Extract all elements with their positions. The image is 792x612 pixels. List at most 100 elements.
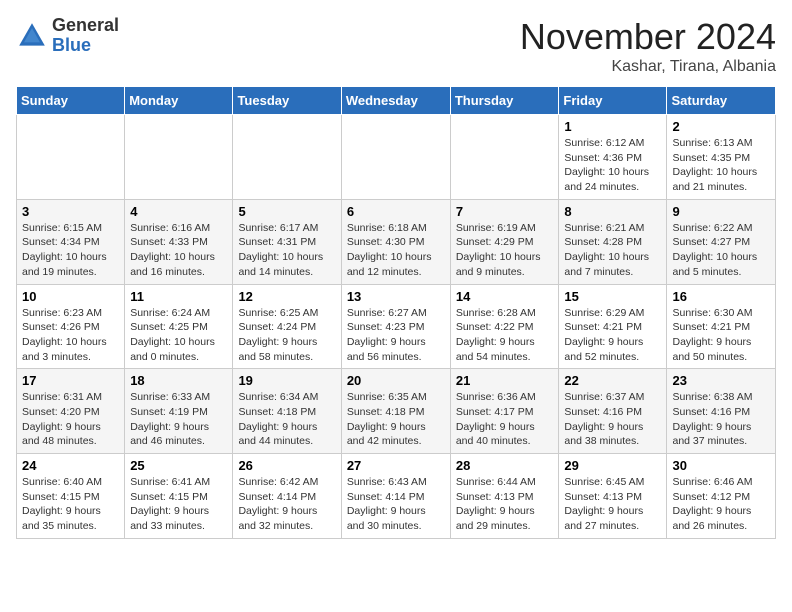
day-number: 24 [22,458,119,473]
calendar-cell: 23 Sunrise: 6:38 AM Sunset: 4:16 PM Dayli… [667,369,776,454]
day-info: Sunrise: 6:12 AM Sunset: 4:36 PM Dayligh… [564,136,661,195]
day-info: Sunrise: 6:21 AM Sunset: 4:28 PM Dayligh… [564,221,661,280]
day-info: Sunrise: 6:28 AM Sunset: 4:22 PM Dayligh… [456,306,554,365]
day-number: 15 [564,289,661,304]
logo-general: General [52,16,119,36]
calendar-header: SundayMondayTuesdayWednesdayThursdayFrid… [17,87,776,115]
calendar-cell: 12Sunrise: 6:25 AM Sunset: 4:24 PM Dayli… [233,284,341,369]
calendar-cell [341,115,450,200]
day-info: Sunrise: 6:35 AM Sunset: 4:18 PM Dayligh… [347,390,445,449]
day-number: 4 [130,204,227,219]
weekday-header-friday: Friday [559,87,667,115]
day-info: Sunrise: 6:40 AM Sunset: 4:15 PM Dayligh… [22,475,119,534]
day-info: Sunrise: 6:34 AM Sunset: 4:18 PM Dayligh… [238,390,335,449]
calendar-cell: 11 Sunrise: 6:24 AM Sunset: 4:25 PM Dayli… [125,284,233,369]
day-info: Sunrise: 6:36 AM Sunset: 4:17 PM Dayligh… [456,390,554,449]
day-info: Sunrise: 6:38 AM Sunset: 4:16 PM Dayligh… [672,390,770,449]
day-number: 6 [347,204,445,219]
calendar-cell: 3 Sunrise: 6:15 AM Sunset: 4:34 PM Daylig… [17,199,125,284]
calendar-week-row: 24 Sunrise: 6:40 AM Sunset: 4:15 PM Dayli… [17,454,776,539]
calendar-cell: 26 Sunrise: 6:42 AM Sunset: 4:14 PM Dayli… [233,454,341,539]
day-info: Sunrise: 6:18 AM Sunset: 4:30 PM Dayligh… [347,221,445,280]
calendar-cell: 9 Sunrise: 6:22 AM Sunset: 4:27 PM Daylig… [667,199,776,284]
day-info: Sunrise: 6:33 AM Sunset: 4:19 PM Dayligh… [130,390,227,449]
day-info: Sunrise: 6:23 AM Sunset: 4:26 PM Dayligh… [22,306,119,365]
logo: General Blue [16,16,119,56]
calendar-cell: 13Sunrise: 6:27 AM Sunset: 4:23 PM Dayli… [341,284,450,369]
weekday-header-monday: Monday [125,87,233,115]
calendar-cell: 2 Sunrise: 6:13 AM Sunset: 4:35 PM Daylig… [667,115,776,200]
calendar-week-row: 1 Sunrise: 6:12 AM Sunset: 4:36 PM Daylig… [17,115,776,200]
day-number: 23 [672,373,770,388]
day-number: 2 [672,119,770,134]
day-info: Sunrise: 6:29 AM Sunset: 4:21 PM Dayligh… [564,306,661,365]
day-number: 3 [22,204,119,219]
day-number: 25 [130,458,227,473]
day-info: Sunrise: 6:42 AM Sunset: 4:14 PM Dayligh… [238,475,335,534]
day-number: 11 [130,289,227,304]
calendar-cell [450,115,559,200]
calendar-cell: 10 Sunrise: 6:23 AM Sunset: 4:26 PM Dayli… [17,284,125,369]
calendar-week-row: 17 Sunrise: 6:31 AM Sunset: 4:20 PM Dayli… [17,369,776,454]
calendar-cell: 27 Sunrise: 6:43 AM Sunset: 4:14 PM Dayli… [341,454,450,539]
calendar-cell: 18 Sunrise: 6:33 AM Sunset: 4:19 PM Dayli… [125,369,233,454]
day-number: 1 [564,119,661,134]
calendar-cell: 19 Sunrise: 6:34 AM Sunset: 4:18 PM Dayli… [233,369,341,454]
page-header: General Blue November 2024 Kashar, Tiran… [16,16,776,76]
day-number: 26 [238,458,335,473]
day-info: Sunrise: 6:13 AM Sunset: 4:35 PM Dayligh… [672,136,770,195]
day-number: 7 [456,204,554,219]
day-info: Sunrise: 6:24 AM Sunset: 4:25 PM Dayligh… [130,306,227,365]
weekday-header-saturday: Saturday [667,87,776,115]
calendar-cell: 14 Sunrise: 6:28 AM Sunset: 4:22 PM Dayli… [450,284,559,369]
day-info: Sunrise: 6:15 AM Sunset: 4:34 PM Dayligh… [22,221,119,280]
calendar-cell: 22Sunrise: 6:37 AM Sunset: 4:16 PM Dayli… [559,369,667,454]
day-number: 14 [456,289,554,304]
day-number: 20 [347,373,445,388]
day-info: Sunrise: 6:30 AM Sunset: 4:21 PM Dayligh… [672,306,770,365]
weekday-header-sunday: Sunday [17,87,125,115]
day-number: 9 [672,204,770,219]
day-number: 10 [22,289,119,304]
day-info: Sunrise: 6:43 AM Sunset: 4:14 PM Dayligh… [347,475,445,534]
day-number: 18 [130,373,227,388]
weekday-header-row: SundayMondayTuesdayWednesdayThursdayFrid… [17,87,776,115]
calendar-week-row: 10 Sunrise: 6:23 AM Sunset: 4:26 PM Dayli… [17,284,776,369]
day-info: Sunrise: 6:41 AM Sunset: 4:15 PM Dayligh… [130,475,227,534]
day-info: Sunrise: 6:37 AM Sunset: 4:16 PM Dayligh… [564,390,661,449]
calendar-cell: 17 Sunrise: 6:31 AM Sunset: 4:20 PM Dayli… [17,369,125,454]
weekday-header-wednesday: Wednesday [341,87,450,115]
calendar-cell: 21Sunrise: 6:36 AM Sunset: 4:17 PM Dayli… [450,369,559,454]
calendar-cell: 4 Sunrise: 6:16 AM Sunset: 4:33 PM Daylig… [125,199,233,284]
day-info: Sunrise: 6:25 AM Sunset: 4:24 PM Dayligh… [238,306,335,365]
day-number: 28 [456,458,554,473]
title-block: November 2024 Kashar, Tirana, Albania [520,16,776,76]
day-number: 19 [238,373,335,388]
location: Kashar, Tirana, Albania [520,58,776,76]
weekday-header-thursday: Thursday [450,87,559,115]
calendar-body: 1 Sunrise: 6:12 AM Sunset: 4:36 PM Daylig… [17,115,776,539]
calendar-cell: 15 Sunrise: 6:29 AM Sunset: 4:21 PM Dayli… [559,284,667,369]
logo-icon [16,20,48,52]
day-info: Sunrise: 6:17 AM Sunset: 4:31 PM Dayligh… [238,221,335,280]
calendar-cell: 16Sunrise: 6:30 AM Sunset: 4:21 PM Dayli… [667,284,776,369]
day-info: Sunrise: 6:44 AM Sunset: 4:13 PM Dayligh… [456,475,554,534]
day-number: 13 [347,289,445,304]
weekday-header-tuesday: Tuesday [233,87,341,115]
day-info: Sunrise: 6:19 AM Sunset: 4:29 PM Dayligh… [456,221,554,280]
day-number: 17 [22,373,119,388]
day-number: 27 [347,458,445,473]
day-info: Sunrise: 6:45 AM Sunset: 4:13 PM Dayligh… [564,475,661,534]
calendar-cell: 28 Sunrise: 6:44 AM Sunset: 4:13 PM Dayli… [450,454,559,539]
calendar-table: SundayMondayTuesdayWednesdayThursdayFrid… [16,86,776,539]
day-info: Sunrise: 6:16 AM Sunset: 4:33 PM Dayligh… [130,221,227,280]
day-info: Sunrise: 6:22 AM Sunset: 4:27 PM Dayligh… [672,221,770,280]
calendar-cell: 25 Sunrise: 6:41 AM Sunset: 4:15 PM Dayli… [125,454,233,539]
calendar-cell: 30Sunrise: 6:46 AM Sunset: 4:12 PM Dayli… [667,454,776,539]
calendar-cell [17,115,125,200]
calendar-cell: 24 Sunrise: 6:40 AM Sunset: 4:15 PM Dayli… [17,454,125,539]
day-number: 29 [564,458,661,473]
calendar-cell: 8Sunrise: 6:21 AM Sunset: 4:28 PM Daylig… [559,199,667,284]
calendar-cell: 20 Sunrise: 6:35 AM Sunset: 4:18 PM Dayli… [341,369,450,454]
day-info: Sunrise: 6:31 AM Sunset: 4:20 PM Dayligh… [22,390,119,449]
